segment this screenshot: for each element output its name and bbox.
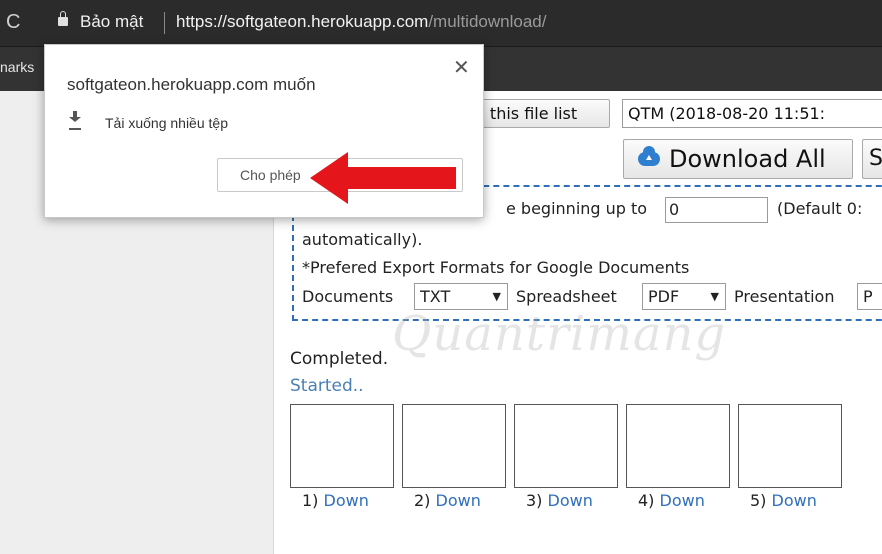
range-text: e beginning up to [506, 199, 648, 218]
file-list-select[interactable]: QTM (2018-08-20 11:51: [622, 99, 882, 128]
url-separator [164, 12, 165, 34]
slot-number: 1) [302, 491, 319, 510]
url-path: /multidownload/ [428, 12, 547, 31]
slot-label-4: 4) Down [638, 491, 705, 510]
close-icon[interactable]: ✕ [453, 55, 470, 80]
download-link[interactable]: Down [772, 491, 817, 510]
download-slot-4 [626, 404, 730, 488]
watermark: Quantrimang [392, 306, 727, 362]
range-input[interactable]: 0 [665, 197, 768, 223]
documents-format-value: TXT [420, 287, 451, 306]
browser-toolbar: C Bảo mật https://softgateon.herokuapp.c… [0, 0, 882, 47]
slot-number: 3) [526, 491, 543, 510]
slot-label-2: 2) Down [414, 491, 481, 510]
download-slot-1 [290, 404, 394, 488]
bookmarks-label[interactable]: narks [0, 59, 34, 75]
status-started: Started.. [290, 376, 364, 396]
download-icon-base [69, 128, 81, 130]
permission-text: Tải xuống nhiều tệp [105, 115, 228, 131]
download-slot-5 [738, 404, 842, 488]
slot-number: 4) [638, 491, 655, 510]
download-all-label: Download All [669, 145, 826, 173]
download-icon [69, 111, 81, 125]
slot-number: 2) [414, 491, 431, 510]
slot-label-3: 3) Down [526, 491, 593, 510]
download-slot-2 [402, 404, 506, 488]
default-text: (Default 0: [777, 199, 863, 218]
spreadsheet-format-value: PDF [648, 287, 680, 306]
reload-icon[interactable]: C [6, 11, 20, 33]
popup-title: softgateon.herokuapp.com muốn [67, 75, 316, 94]
download-link[interactable]: Down [324, 491, 369, 510]
slot-label-1: 1) Down [302, 491, 369, 510]
download-slot-3 [514, 404, 618, 488]
download-link[interactable]: Down [660, 491, 705, 510]
presentation-label: Presentation [734, 287, 835, 306]
arrow-shape [310, 152, 456, 204]
download-link[interactable]: Down [436, 491, 481, 510]
lock-icon[interactable] [58, 11, 68, 26]
download-link[interactable]: Down [548, 491, 593, 510]
url-host: https://softgateon.herokuapp.com [176, 12, 429, 31]
spreadsheet-label: Spreadsheet [516, 287, 617, 306]
status-completed: Completed. [290, 349, 389, 369]
secure-label[interactable]: Bảo mật [80, 12, 143, 32]
address-bar[interactable]: https://softgateon.herokuapp.com/multido… [176, 12, 546, 32]
download-all-button[interactable]: Download All [623, 139, 853, 179]
pref-formats-heading: *Prefered Export Formats for Google Docu… [302, 258, 690, 277]
auto-text: automatically). [302, 230, 423, 249]
presentation-format-select[interactable]: P [857, 283, 882, 310]
documents-label: Documents [302, 287, 394, 306]
slot-label-5: 5) Down [750, 491, 817, 510]
red-arrow-icon [310, 152, 456, 204]
slot-number: 5) [750, 491, 767, 510]
extra-button[interactable]: S [862, 139, 882, 179]
cloud-upload-icon [638, 146, 660, 166]
